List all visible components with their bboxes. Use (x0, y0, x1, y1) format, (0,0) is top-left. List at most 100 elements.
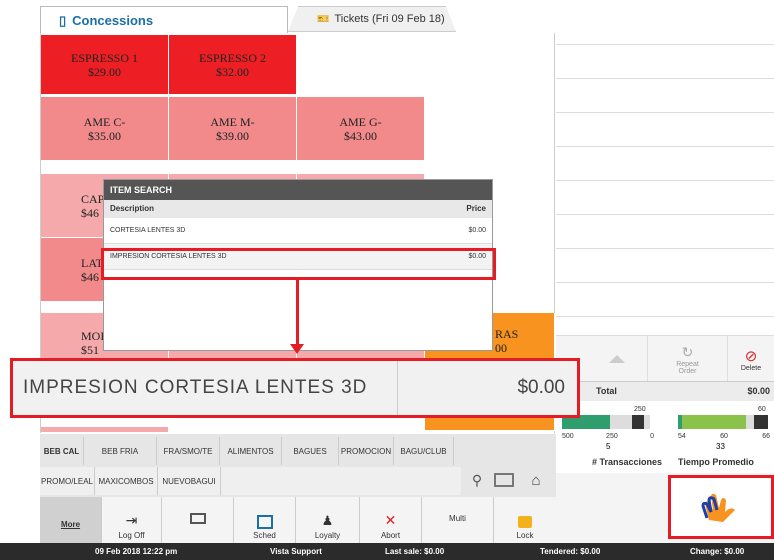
scale-label: 0 (650, 433, 654, 440)
product-price: $32.00 (216, 64, 249, 79)
more-button[interactable]: More (40, 497, 102, 543)
transactions-value: 5 (606, 442, 611, 451)
product-button[interactable]: ESPRESSO 2 $32.00 (169, 35, 297, 95)
product-name: LAT (81, 255, 103, 270)
triangle-up-icon (608, 355, 625, 363)
ticket-icon: 🎫 (317, 13, 330, 25)
product-button[interactable]: AME C- $35.00 (41, 97, 169, 161)
category-spacer (221, 467, 461, 495)
product-name: AME C- (83, 114, 126, 129)
status-user: Vista Support (270, 547, 322, 556)
product-name: CAP (81, 191, 105, 206)
avg-time-target: 60 (758, 406, 766, 413)
drawer-button[interactable] (162, 497, 234, 543)
users-icon: ♟ (321, 513, 334, 528)
search-icon[interactable]: ⚲ (466, 469, 488, 491)
delete-label: Delete (740, 364, 762, 372)
category-tab[interactable]: BEB CAL (40, 437, 84, 465)
transactions-scale: 500 250 0 (562, 433, 654, 440)
hand-button[interactable] (668, 475, 774, 539)
category-tab[interactable]: ALIMENTOS (220, 437, 282, 465)
product-price: $46 (81, 205, 99, 220)
sched-button[interactable]: Sched (234, 497, 296, 543)
category-tab[interactable]: BEB FRIA (84, 437, 157, 465)
category-tab[interactable]: MAXICOMBOS (95, 467, 158, 495)
logoff-icon: ⇥ (125, 512, 138, 528)
status-tendered: Tendered: $0.00 (540, 547, 601, 556)
delete-button[interactable]: ⊘ Delete (728, 336, 774, 382)
product-price: $46 (81, 269, 99, 284)
hands-icon (701, 493, 735, 522)
lock-icon (518, 516, 532, 528)
scale-label: 66 (762, 433, 770, 440)
repeat-order-button[interactable]: ↻ Repeat Order (648, 336, 728, 382)
category-tab[interactable]: PROMOCION (339, 437, 394, 465)
category-tab[interactable]: PROMO/LEAL (40, 467, 95, 495)
logoff-label: Log Off (118, 531, 145, 540)
status-change: Change: $0.00 (690, 547, 745, 556)
multi-button[interactable]: Multi (422, 497, 494, 543)
col-price: Price (466, 204, 486, 213)
avg-time-label: Tiempo Promedio (678, 457, 754, 467)
tab-tickets[interactable]: 🎫 Tickets (Fri 09 Feb 18) (288, 6, 456, 32)
abort-button[interactable]: ✕ Abort (360, 497, 422, 543)
result-description: CORTESIA LENTES 3D (110, 227, 186, 234)
stats-panel: 250 500 250 0 5 # Transacciones 60 54 60… (556, 401, 774, 473)
product-price: $35.00 (88, 128, 121, 143)
category-tab[interactable]: FRA/SMO/TE (157, 437, 220, 465)
product-price: 00 (495, 341, 507, 355)
product-price: $51 (81, 343, 99, 357)
category-tab[interactable]: NUEVOBAGUI (158, 467, 221, 495)
scale-label: 54 (678, 433, 686, 440)
product-name: AME M- (210, 114, 255, 129)
order-panel (556, 0, 774, 335)
prohibited-icon: ⊘ (744, 347, 758, 365)
lock-button[interactable]: Lock (494, 497, 556, 543)
scroll-up-button[interactable] (586, 336, 648, 382)
callout-description: IMPRESION CORTESIA LENTES 3D (13, 361, 398, 415)
category-tab[interactable]: BAGU/CLUB (394, 437, 454, 465)
product-button[interactable]: AME G- $43.00 (297, 97, 425, 161)
sched-label: Sched (253, 531, 276, 540)
cash-drawer-icon (189, 513, 206, 524)
status-datetime: 09 Feb 2018 12:22 pm (95, 547, 178, 556)
product-name: RAS (495, 327, 519, 341)
status-last-sale: Last sale: $0.00 (385, 547, 445, 556)
scale-label: 500 (562, 433, 574, 440)
product-button[interactable] (41, 427, 169, 433)
callout-zoom: IMPRESION CORTESIA LENTES 3D $0.00 (10, 358, 580, 418)
category-tab[interactable]: BAGUES (282, 437, 339, 465)
total-value: $0.00 (747, 386, 770, 396)
callout-price: $0.00 (517, 377, 565, 398)
product-price: $29.00 (88, 64, 121, 79)
loyalty-button[interactable]: ♟ Loyalty (296, 497, 360, 543)
keyboard-icon[interactable] (494, 473, 514, 487)
transactions-target: 250 (634, 406, 646, 413)
concessions-icon: ▯ (59, 12, 67, 28)
loyalty-label: Loyalty (314, 531, 341, 540)
abort-label: Abort (380, 531, 401, 540)
logoff-button[interactable]: ⇥ Log Off (102, 497, 162, 543)
callout-line (296, 280, 299, 350)
product-button[interactable]: AME M- $39.00 (169, 97, 297, 161)
product-price: $39.00 (216, 128, 249, 143)
callout-arrow (290, 344, 304, 354)
product-button[interactable]: ESPRESSO 1 $29.00 (41, 35, 169, 95)
product-price: $43.00 (344, 128, 377, 143)
avg-time-scale: 54 60 66 (678, 433, 770, 440)
col-description: Description (110, 204, 155, 213)
product-name: ESPRESSO 2 (198, 50, 267, 65)
multi-label: Multi (449, 514, 466, 523)
home-icon[interactable]: ⌂ (526, 470, 546, 490)
item-search-header: Description Price (104, 200, 492, 218)
scale-label: 60 (720, 433, 728, 440)
total-label: Total (596, 386, 617, 396)
search-result-row[interactable]: CORTESIA LENTES 3D $0.00 (104, 218, 492, 244)
calendar-icon (256, 515, 273, 529)
repeat-icon: ↻ (681, 343, 694, 360)
tab-tickets-label: Tickets (Fri 09 Feb 18) (334, 13, 445, 25)
tab-concessions-label: Concessions (72, 13, 154, 28)
tab-concessions[interactable]: ▯ Concessions (40, 6, 288, 34)
result-price: $0.00 (468, 227, 486, 234)
repeat-order-label: Repeat Order (676, 360, 699, 375)
